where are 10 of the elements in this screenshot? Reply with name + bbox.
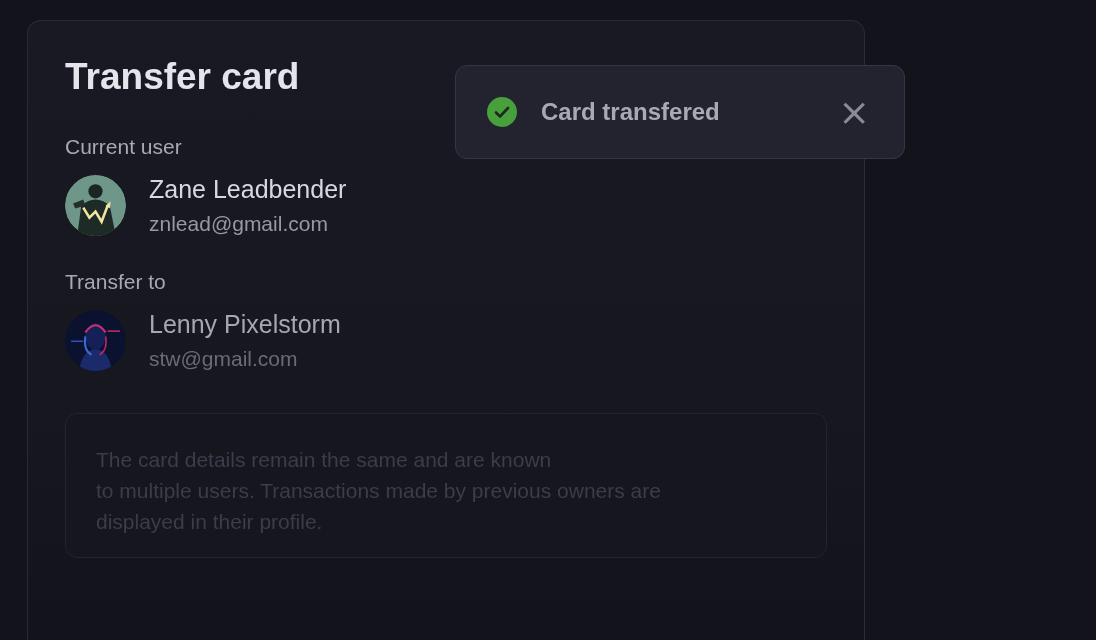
user-email: znlead@gmail.com [149, 212, 329, 236]
user-name: Zane Leadbender [149, 175, 347, 204]
user-email: stw@gmail.com [149, 347, 299, 371]
section-label: Transfer to [65, 270, 167, 294]
section-label: Current user [65, 135, 183, 159]
user-name: Lenny Pixelstorm [149, 310, 341, 339]
check-circle-icon [487, 97, 517, 127]
toast-message: Card transfered [541, 98, 721, 126]
card-title: Transfer card [65, 55, 301, 99]
close-button[interactable]: × [834, 93, 874, 131]
